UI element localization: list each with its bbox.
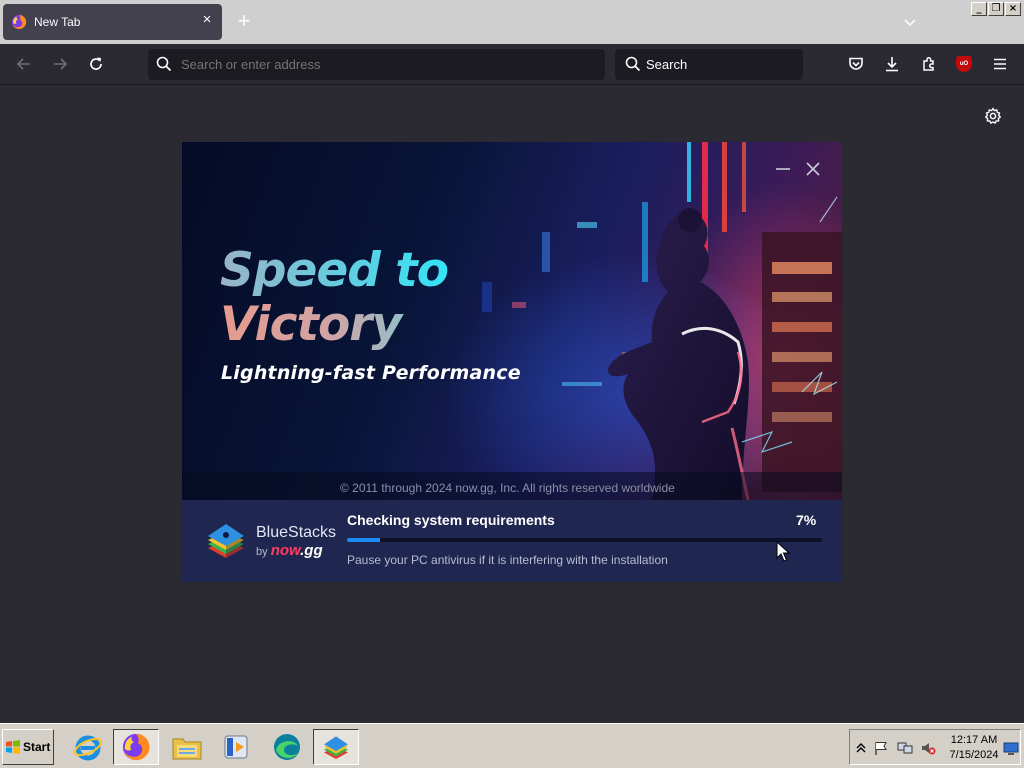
show-desktop-icon[interactable] bbox=[1003, 740, 1019, 756]
show-hidden-icons-icon[interactable] bbox=[853, 740, 869, 756]
hamburger-menu-icon[interactable] bbox=[991, 55, 1009, 73]
taskbar: Start 12:17 AM 7/15/2024 bbox=[0, 723, 1024, 768]
taskbar-app-file-explorer[interactable] bbox=[164, 729, 210, 765]
window-controls: _ ❐ × bbox=[971, 2, 1021, 16]
taskbar-app-edge[interactable] bbox=[264, 729, 310, 765]
status-percent: 7% bbox=[796, 512, 817, 528]
brand-partner-suffix: .gg bbox=[300, 542, 323, 559]
brand-name: BlueStacks bbox=[256, 524, 337, 541]
system-tray: 12:17 AM 7/15/2024 bbox=[849, 729, 1021, 765]
start-label: Start bbox=[23, 740, 51, 754]
taskbar-app-firefox[interactable] bbox=[113, 729, 159, 765]
new-tab-page: Speed to Victory Lightning-fast Performa… bbox=[0, 85, 1024, 723]
pocket-icon[interactable] bbox=[847, 55, 865, 73]
tab-title: New Tab bbox=[34, 15, 81, 29]
firefox-icon bbox=[122, 733, 150, 761]
tab-strip: New Tab × + _ ❐ × bbox=[0, 0, 1024, 44]
subheadline: Lightning-fast Performance bbox=[221, 362, 521, 384]
edge-icon bbox=[274, 734, 300, 760]
search-icon bbox=[156, 56, 172, 72]
ublock-origin-icon[interactable]: uO bbox=[956, 56, 972, 72]
media-player-icon bbox=[224, 735, 248, 759]
taskbar-app-bluestacks[interactable] bbox=[313, 729, 359, 765]
action-center-flag-icon[interactable] bbox=[873, 740, 889, 756]
status-hint: Pause your PC antivirus if it is interfe… bbox=[347, 553, 668, 567]
status-title: Checking system requirements bbox=[347, 512, 555, 528]
chevron-down-icon[interactable] bbox=[902, 14, 918, 30]
volume-muted-icon[interactable] bbox=[920, 740, 936, 756]
copyright-notice: © 2011 through 2024 now.gg, Inc. All rig… bbox=[340, 481, 675, 495]
window-close-button[interactable]: × bbox=[1005, 2, 1021, 16]
window-restore-button[interactable]: ❐ bbox=[988, 2, 1004, 16]
taskbar-app-media-player[interactable] bbox=[213, 729, 259, 765]
forward-arrow-icon[interactable] bbox=[51, 55, 69, 73]
close-icon[interactable] bbox=[804, 160, 822, 178]
search-bar-label: Search bbox=[646, 57, 688, 72]
headline: Speed to Victory bbox=[220, 243, 449, 352]
reload-icon[interactable] bbox=[87, 55, 105, 73]
clock-time[interactable]: 12:17 AM bbox=[950, 734, 998, 746]
search-icon bbox=[625, 56, 641, 72]
tab-new-tab[interactable]: New Tab × bbox=[3, 4, 222, 40]
taskbar-app-internet-explorer[interactable] bbox=[65, 729, 111, 765]
mouse-pointer-icon bbox=[776, 541, 790, 562]
bluestacks-icon bbox=[324, 736, 348, 759]
bluestacks-logo-icon bbox=[208, 524, 244, 558]
navigation-toolbar: Search uO bbox=[0, 44, 1024, 85]
tab-close-icon[interactable]: × bbox=[200, 12, 214, 27]
headline-line-2: Victory bbox=[220, 298, 448, 352]
minimize-icon[interactable] bbox=[774, 160, 792, 178]
internet-explorer-icon bbox=[74, 735, 102, 761]
progress-bar bbox=[347, 538, 822, 542]
windows-logo-icon bbox=[6, 740, 20, 754]
brand-partner: by now.gg bbox=[256, 542, 323, 559]
window-minimize-button[interactable]: _ bbox=[971, 2, 987, 16]
extensions-icon[interactable] bbox=[920, 55, 938, 73]
installer-hero-banner: Speed to Victory Lightning-fast Performa… bbox=[182, 142, 842, 500]
downloads-icon[interactable] bbox=[883, 55, 901, 73]
bluestacks-installer-window: Speed to Victory Lightning-fast Performa… bbox=[182, 142, 842, 582]
new-tab-button[interactable]: + bbox=[233, 10, 255, 33]
address-input[interactable] bbox=[181, 57, 581, 72]
brand-by: by bbox=[256, 546, 268, 558]
start-button[interactable]: Start bbox=[2, 729, 54, 765]
screen: New Tab × + _ ❐ × Search or enter addres… bbox=[0, 0, 1024, 768]
gear-icon[interactable] bbox=[984, 107, 1002, 125]
file-explorer-icon bbox=[172, 738, 202, 760]
address-bar[interactable] bbox=[148, 49, 605, 80]
progress-bar-fill bbox=[347, 538, 381, 542]
clock-date[interactable]: 7/15/2024 bbox=[947, 749, 1001, 761]
network-icon[interactable] bbox=[897, 740, 913, 756]
installer-status-panel: BlueStacks by now.gg Checking system req… bbox=[182, 500, 842, 582]
back-arrow-icon[interactable] bbox=[15, 55, 33, 73]
brand-partner-prefix: now bbox=[270, 542, 301, 559]
search-bar[interactable]: Search bbox=[615, 49, 803, 80]
headline-line-1: Speed to bbox=[220, 243, 449, 298]
firefox-icon bbox=[12, 14, 27, 29]
